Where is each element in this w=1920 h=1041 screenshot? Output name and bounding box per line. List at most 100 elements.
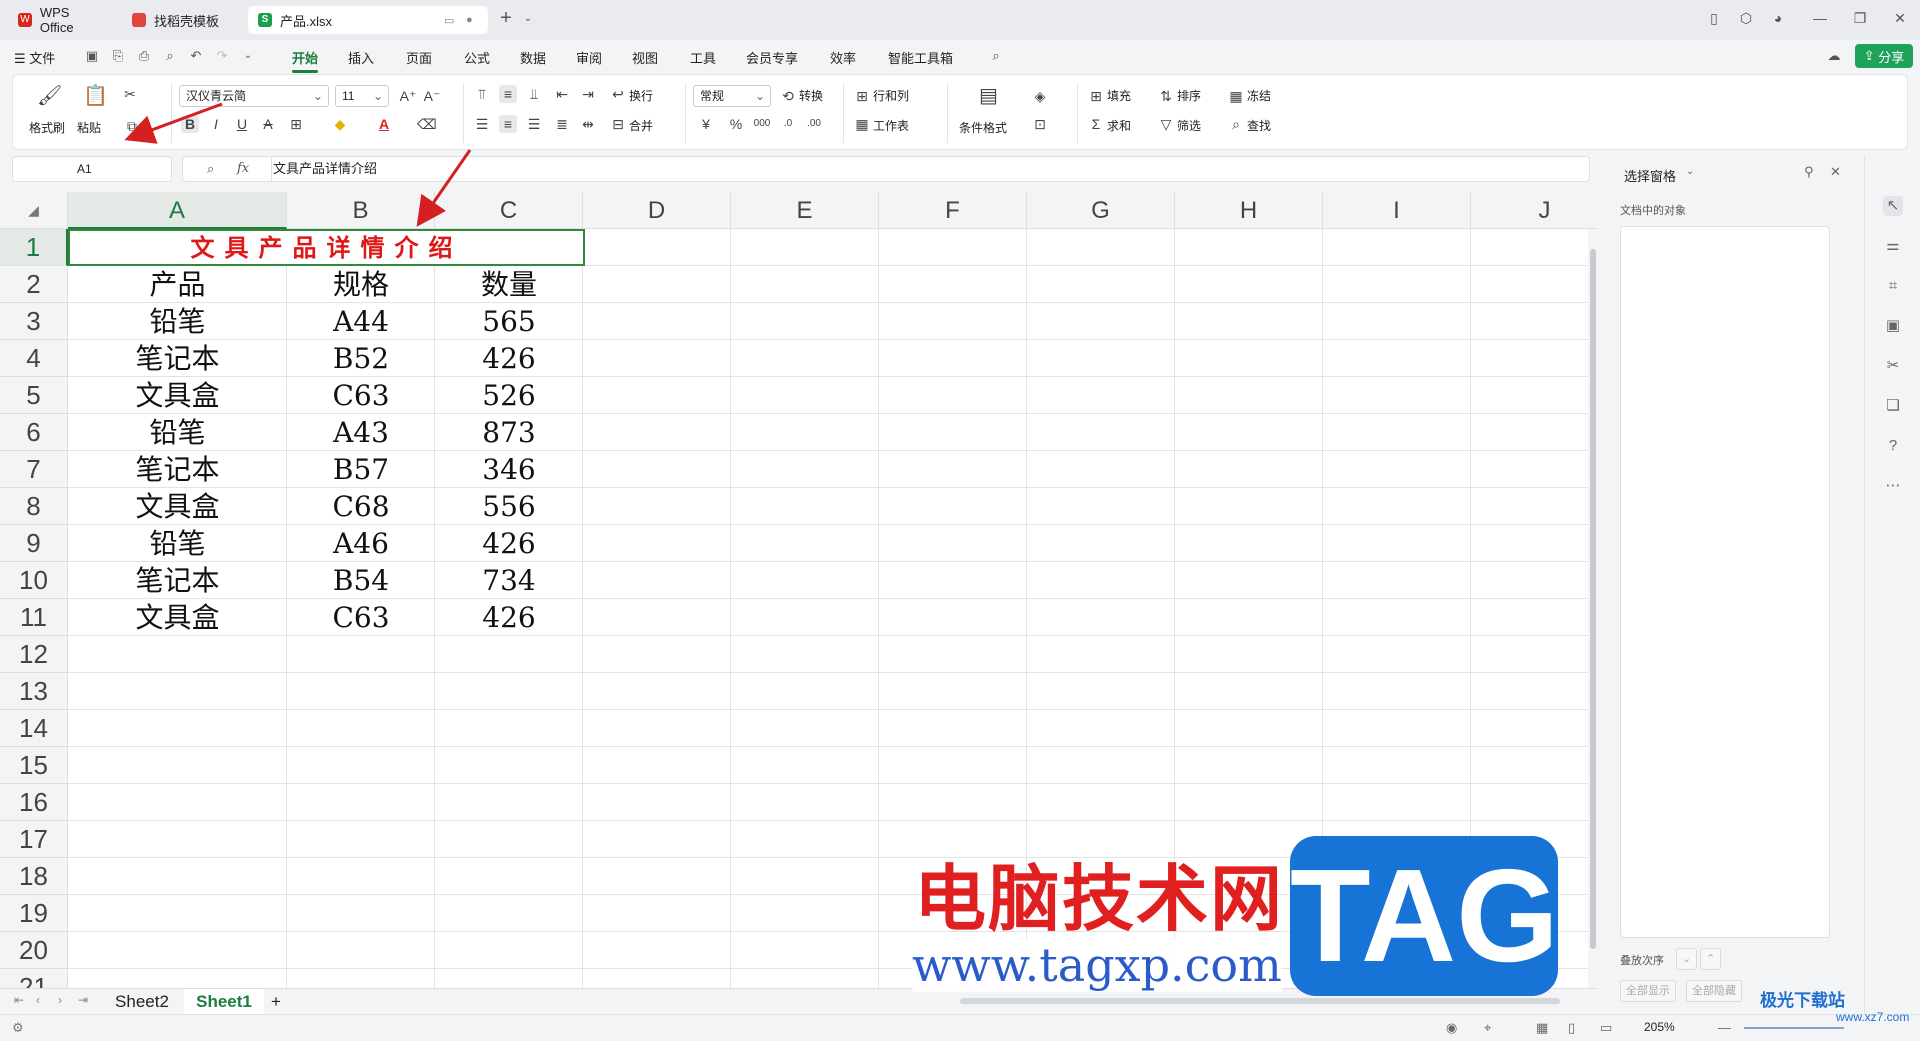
strikethrough-icon[interactable]: A: [259, 115, 277, 133]
minimize-icon[interactable]: —: [1810, 10, 1830, 30]
conditional-format-icon[interactable]: ▤: [979, 86, 998, 106]
close-icon[interactable]: ✕: [1890, 10, 1910, 30]
image-icon[interactable]: ▣: [1883, 316, 1903, 336]
font-color-icon[interactable]: A: [375, 115, 393, 133]
increase-decimal-icon[interactable]: .0: [779, 115, 797, 133]
restore-icon[interactable]: ❐: [1850, 10, 1870, 30]
file-menu[interactable]: ☰ 文件: [14, 48, 55, 67]
chevron-down-icon[interactable]: ⌄: [518, 13, 538, 33]
table-cell[interactable]: B57: [287, 451, 435, 488]
convert-icon[interactable]: ⟲: [779, 87, 797, 105]
menu-view[interactable]: 视图: [632, 48, 658, 67]
row-header-8[interactable]: 8: [0, 488, 68, 525]
find-icon[interactable]: ⌕: [1227, 115, 1245, 133]
row-header-5[interactable]: 5: [0, 377, 68, 414]
merge-label[interactable]: 合并: [629, 117, 653, 134]
wrap-icon[interactable]: ↩: [609, 85, 627, 103]
fill-color-icon[interactable]: ◆: [331, 115, 349, 133]
row-header-16[interactable]: 16: [0, 784, 68, 821]
column-header-e[interactable]: E: [731, 192, 879, 229]
number-format-select[interactable]: 常规 ⌄: [693, 85, 771, 107]
table-cell[interactable]: 文具盒: [68, 599, 287, 636]
row-header-21[interactable]: 21: [0, 969, 68, 988]
sheet-tab-sheet2[interactable]: Sheet2: [104, 989, 180, 1015]
more-chevron-icon[interactable]: ⌄: [240, 48, 256, 64]
copy-icon[interactable]: ⧉: [123, 117, 141, 135]
freeze-label[interactable]: 冻结: [1247, 87, 1271, 104]
monitor-icon[interactable]: ▭: [444, 14, 454, 27]
sum-label[interactable]: 求和: [1107, 117, 1131, 134]
table-cell[interactable]: A46: [287, 525, 435, 562]
conditional-format-label[interactable]: 条件格式: [959, 119, 1007, 136]
table-cell[interactable]: B54: [287, 562, 435, 599]
format-painter-label[interactable]: 格式刷: [29, 119, 65, 136]
find-label[interactable]: 查找: [1247, 117, 1271, 134]
select-pointer-icon[interactable]: ↖: [1883, 196, 1903, 216]
percent-icon[interactable]: %: [727, 115, 745, 133]
normal-view-icon[interactable]: ▦: [1536, 1020, 1548, 1036]
table-cell[interactable]: 铅笔: [68, 303, 287, 340]
table-cell[interactable]: 873: [435, 414, 583, 451]
table-cell[interactable]: 526: [435, 377, 583, 414]
row-header-6[interactable]: 6: [0, 414, 68, 451]
underline-icon[interactable]: U: [233, 115, 251, 133]
row-header-20[interactable]: 20: [0, 932, 68, 969]
new-tab-icon[interactable]: +: [496, 7, 516, 29]
close-pane-icon[interactable]: ✕: [1830, 164, 1841, 180]
worksheet-label[interactable]: 工作表: [873, 117, 909, 134]
cell-style-icon[interactable]: ◈: [1031, 87, 1049, 105]
row-header-17[interactable]: 17: [0, 821, 68, 858]
sheet-tab-sheet1[interactable]: Sheet1: [184, 989, 264, 1017]
menu-insert[interactable]: 插入: [348, 48, 374, 67]
bold-icon[interactable]: B: [181, 115, 199, 133]
horizontal-scrollbar[interactable]: [960, 998, 1560, 1004]
object-list[interactable]: [1620, 226, 1830, 938]
italic-icon[interactable]: I: [207, 115, 225, 133]
save-icon[interactable]: ▣: [84, 48, 100, 64]
zoom-slider[interactable]: [1744, 1027, 1844, 1029]
menu-tools[interactable]: 工具: [690, 48, 716, 67]
chevron-down-icon[interactable]: ⌄: [1686, 166, 1694, 177]
table-cell[interactable]: C63: [287, 377, 435, 414]
row-header-13[interactable]: 13: [0, 673, 68, 710]
wrap-label[interactable]: 换行: [629, 87, 653, 104]
select-all-corner[interactable]: ◢: [0, 192, 68, 229]
menu-smart-toolbox[interactable]: 智能工具箱: [888, 48, 953, 67]
hide-all-button[interactable]: 全部隐藏: [1686, 980, 1742, 1002]
column-header-d[interactable]: D: [583, 192, 731, 229]
zoom-formula-icon[interactable]: ⌕: [207, 157, 214, 181]
align-right-icon[interactable]: ☰: [525, 115, 543, 133]
paste-icon[interactable]: 📋: [83, 86, 108, 106]
filter-icon[interactable]: ▽: [1157, 115, 1175, 133]
column-header-h[interactable]: H: [1175, 192, 1323, 229]
decrease-decimal-icon[interactable]: .00: [805, 115, 823, 133]
clear-format-icon[interactable]: ⌫: [417, 115, 437, 133]
eye-icon[interactable]: ◉: [1446, 1020, 1457, 1036]
cut-icon[interactable]: ✂: [121, 85, 139, 103]
fill-label[interactable]: 填充: [1107, 87, 1131, 104]
page-break-icon[interactable]: ▭: [1600, 1020, 1612, 1036]
border-icon[interactable]: ⊞: [287, 115, 305, 133]
align-center-icon[interactable]: ≡: [499, 115, 517, 133]
show-all-button[interactable]: 全部显示: [1620, 980, 1676, 1002]
pin-icon[interactable]: ⚲: [1804, 164, 1814, 180]
menu-formula[interactable]: 公式: [464, 48, 490, 67]
table-cell[interactable]: A44: [287, 303, 435, 340]
indent-decrease-icon[interactable]: ⇤: [553, 85, 571, 103]
convert-label[interactable]: 转换: [799, 87, 823, 104]
merge-icon[interactable]: ⊟: [609, 115, 627, 133]
format-painter-icon[interactable]: 🖌: [37, 86, 62, 106]
crop-icon[interactable]: ⊡: [1031, 115, 1049, 133]
column-header-j[interactable]: J: [1471, 192, 1598, 229]
justify-icon[interactable]: ≣: [553, 115, 571, 133]
table-cell[interactable]: 426: [435, 340, 583, 377]
sort-label[interactable]: 排序: [1177, 87, 1201, 104]
menu-efficiency[interactable]: 效率: [830, 48, 856, 67]
book-icon[interactable]: ❏: [1883, 396, 1903, 416]
header-cell[interactable]: 规格: [287, 266, 435, 303]
zoom-level[interactable]: 205%: [1644, 1020, 1675, 1034]
fill-icon[interactable]: ⊞: [1087, 87, 1105, 105]
undo-icon[interactable]: ↶: [188, 48, 204, 64]
table-cell[interactable]: 铅笔: [68, 414, 287, 451]
prev-sheet-icon[interactable]: ‹: [36, 993, 40, 1007]
